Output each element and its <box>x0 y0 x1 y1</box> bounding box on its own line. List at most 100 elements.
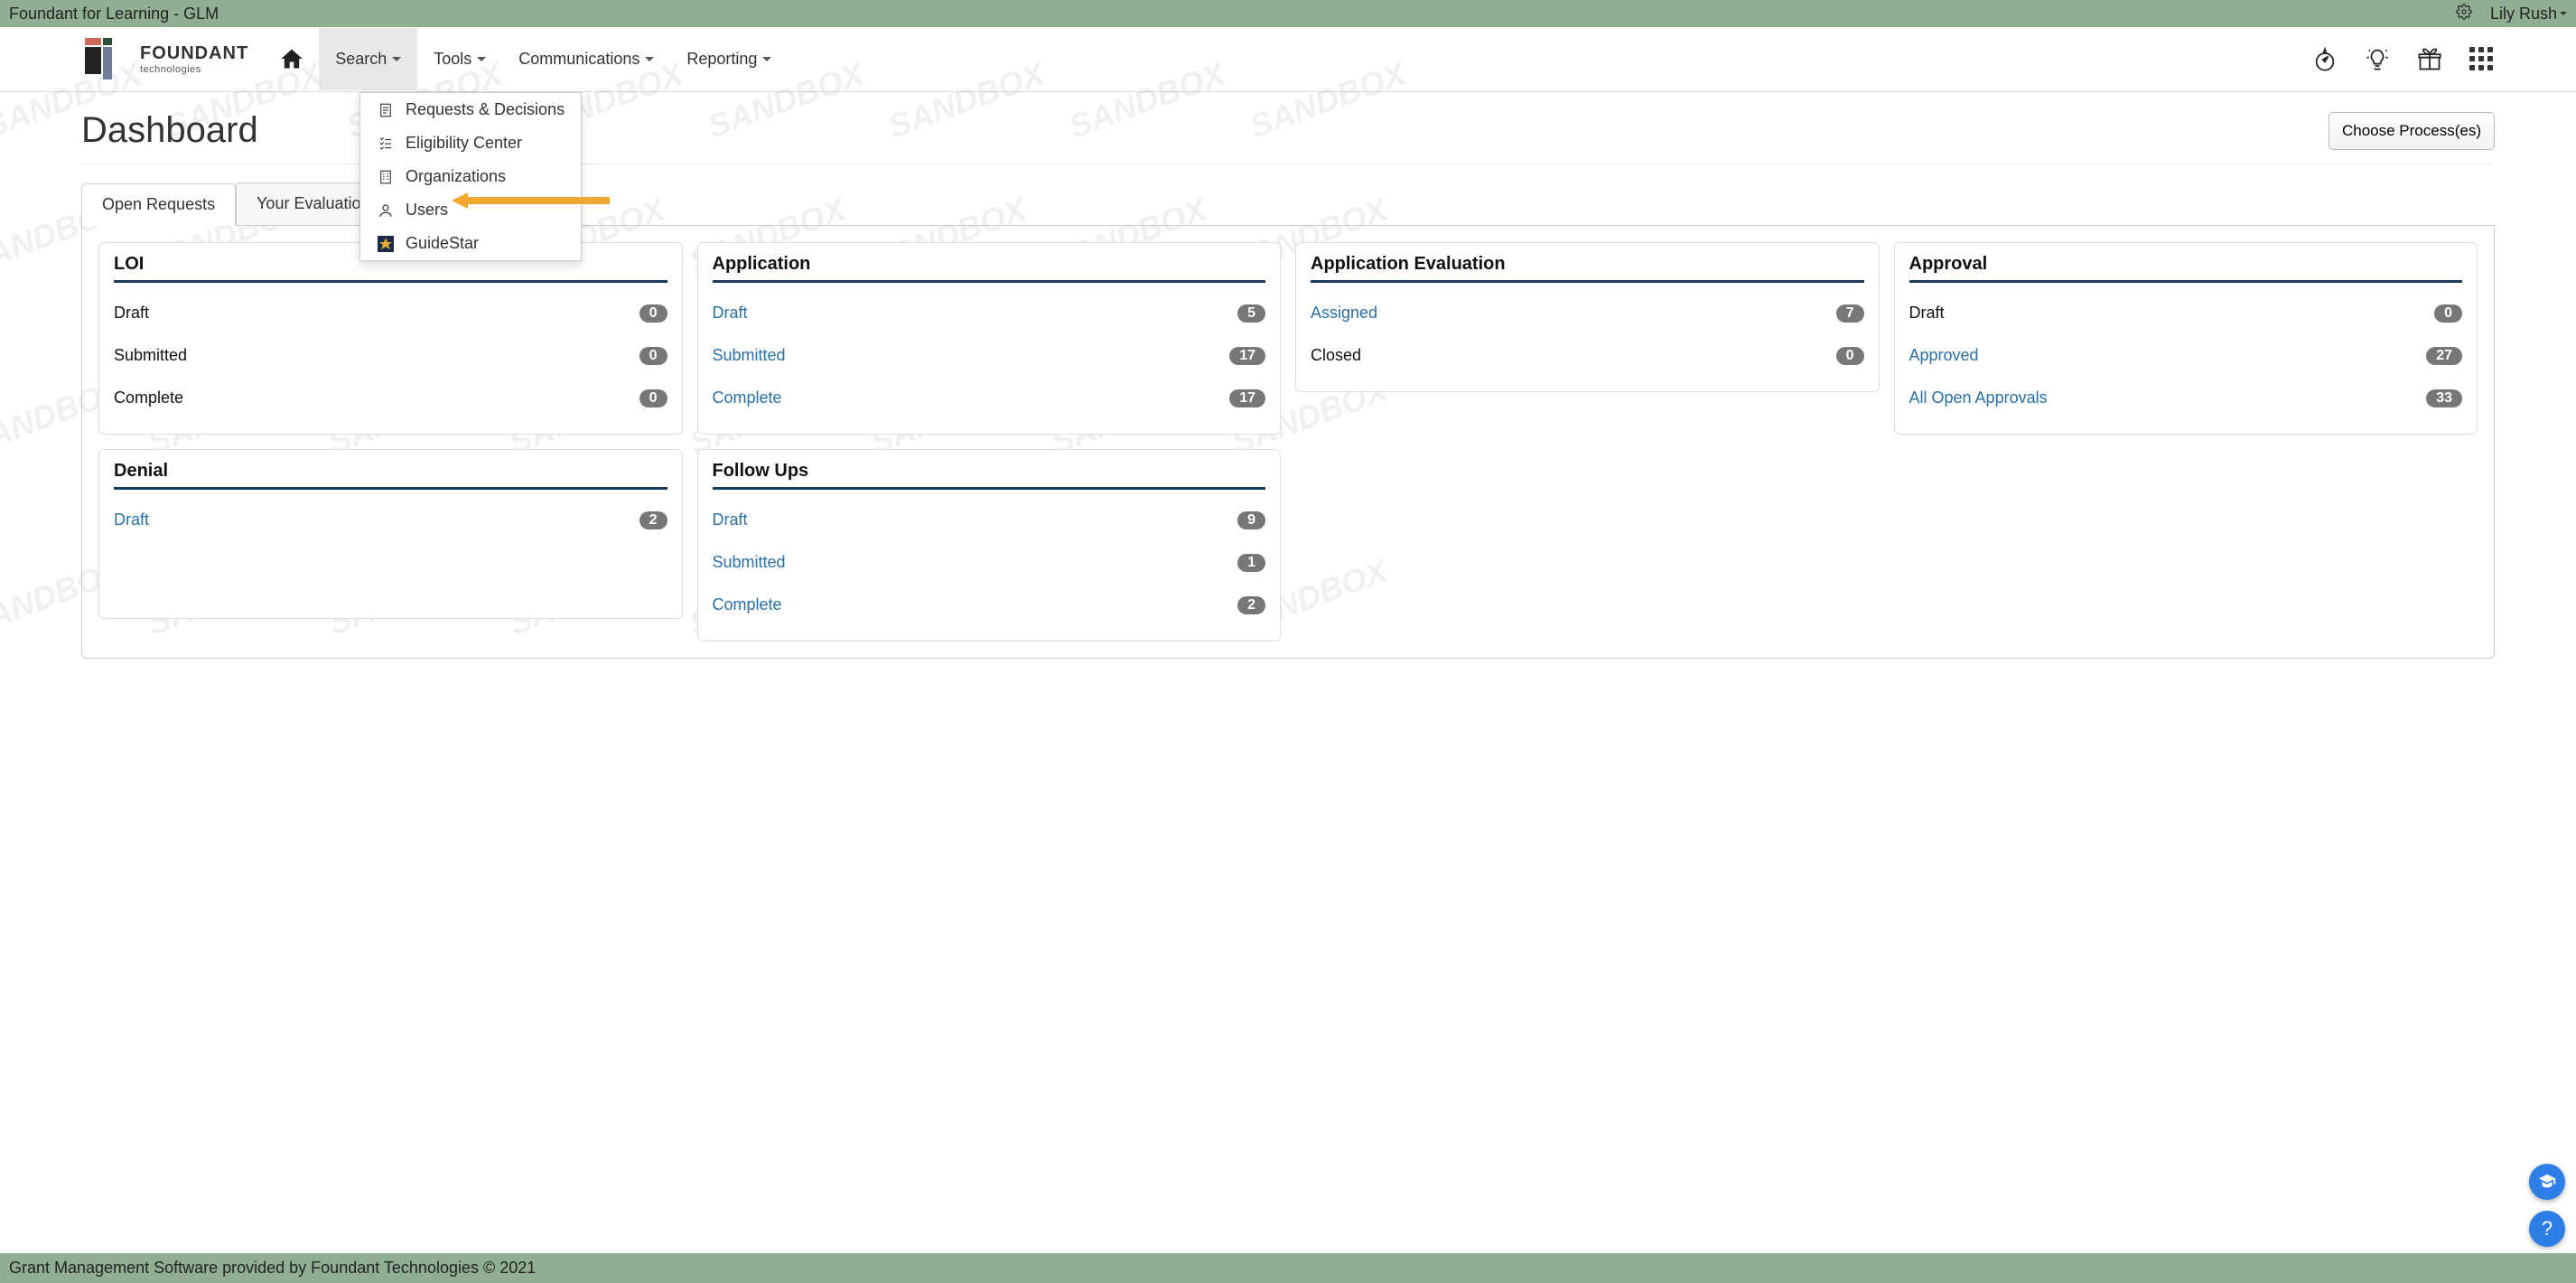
row-link[interactable]: All Open Approvals <box>1909 389 2048 407</box>
count-badge: 33 <box>2426 389 2462 407</box>
settings-gear-icon[interactable] <box>2456 4 2472 24</box>
chevron-down-icon <box>2560 12 2567 15</box>
footer-text: Grant Management Software provided by Fo… <box>9 1259 536 1277</box>
card-application: Application Draft 5 Submitted 17 Complet… <box>697 242 1282 435</box>
menu-label: GuideStar <box>406 234 479 253</box>
compass-icon[interactable] <box>2312 47 2338 72</box>
count-badge: 9 <box>1237 511 1265 529</box>
chevron-down-icon <box>392 57 401 61</box>
tab-panel: LOI Draft 0 Submitted 0 Complete 0 Appli… <box>81 226 2495 659</box>
page-title: Dashboard <box>81 110 258 151</box>
card-row: Draft 9 <box>713 499 1266 541</box>
menu-eligibility-center[interactable]: Eligibility Center <box>360 126 581 160</box>
user-icon <box>377 201 395 220</box>
count-badge: 1 <box>1237 554 1265 572</box>
floating-buttons: ? <box>2529 1164 2565 1247</box>
nav-tools-label: Tools <box>434 50 471 69</box>
count-badge: 0 <box>1836 347 1864 365</box>
document-icon <box>377 101 395 119</box>
site-title: Foundant for Learning - GLM <box>9 5 219 23</box>
chevron-down-icon <box>645 57 654 61</box>
card-row: All Open Approvals 33 <box>1909 377 2463 419</box>
help-fab[interactable]: ? <box>2529 1211 2565 1247</box>
count-badge: 2 <box>1237 596 1265 614</box>
card-approval: Approval Draft 0 Approved 27 All Open Ap… <box>1894 242 2478 435</box>
count-badge: 17 <box>1229 347 1265 365</box>
count-badge: 0 <box>639 389 667 407</box>
nav-tools[interactable]: Tools <box>417 28 502 90</box>
row-label: Submitted <box>114 346 187 365</box>
row-link[interactable]: Draft <box>713 304 748 323</box>
count-badge: 0 <box>639 347 667 365</box>
row-label: Draft <box>114 304 149 323</box>
count-badge: 0 <box>2434 304 2462 323</box>
home-icon[interactable] <box>279 46 306 73</box>
card-follow-ups: Follow Ups Draft 9 Submitted 1 Complete … <box>697 449 1282 642</box>
row-link[interactable]: Submitted <box>713 346 786 365</box>
chevron-down-icon <box>762 57 771 61</box>
nav-reporting[interactable]: Reporting <box>670 28 788 90</box>
gift-icon[interactable] <box>2417 47 2442 72</box>
nav-search[interactable]: Search <box>319 28 417 90</box>
menu-label: Users <box>406 201 448 220</box>
card-row: Closed 0 <box>1311 334 1864 377</box>
card-row: Complete 0 <box>114 377 667 419</box>
card-denial: Denial Draft 2 <box>98 449 683 619</box>
row-label: Complete <box>114 389 183 407</box>
count-badge: 7 <box>1836 304 1864 323</box>
card-title: Follow Ups <box>713 461 1266 490</box>
card-title: Denial <box>114 461 667 490</box>
arrow-callout <box>452 192 610 213</box>
tab-open-requests[interactable]: Open Requests <box>81 183 236 226</box>
row-link[interactable]: Complete <box>713 389 782 407</box>
card-row: Draft 5 <box>713 292 1266 334</box>
count-badge: 2 <box>639 511 667 529</box>
card-row: Submitted 0 <box>114 334 667 377</box>
card-row: Approved 27 <box>1909 334 2463 377</box>
menu-label: Organizations <box>406 167 506 186</box>
count-badge: 0 <box>639 304 667 323</box>
nav-communications[interactable]: Communications <box>502 28 670 90</box>
menu-requests-decisions[interactable]: Requests & Decisions <box>360 93 581 126</box>
row-link[interactable]: Assigned <box>1311 304 1377 323</box>
card-row: Complete 17 <box>713 377 1266 419</box>
logo-tagline: technologies <box>140 64 248 75</box>
card-title: Application <box>713 254 1266 283</box>
card-row: Draft 0 <box>114 292 667 334</box>
row-link[interactable]: Draft <box>713 510 748 529</box>
row-link[interactable]: Submitted <box>713 553 786 572</box>
user-name: Lily Rush <box>2490 5 2557 23</box>
logo-mark-icon <box>81 34 131 84</box>
row-link[interactable]: Draft <box>114 510 149 529</box>
learning-fab[interactable] <box>2529 1164 2565 1200</box>
card-row: Submitted 1 <box>713 541 1266 584</box>
card-row: Complete 2 <box>713 584 1266 626</box>
row-label: Closed <box>1311 346 1361 365</box>
checklist-icon <box>377 135 395 153</box>
card-title: Application Evaluation <box>1311 254 1864 283</box>
chevron-down-icon <box>477 57 486 61</box>
card-title: Approval <box>1909 254 2463 283</box>
card-loi: LOI Draft 0 Submitted 0 Complete 0 <box>98 242 683 435</box>
menu-guidestar[interactable]: GuideStar <box>360 227 581 260</box>
user-menu[interactable]: Lily Rush <box>2490 5 2567 23</box>
lightbulb-icon[interactable] <box>2365 47 2390 72</box>
row-label: Draft <box>1909 304 1945 323</box>
top-bar: Foundant for Learning - GLM Lily Rush <box>0 0 2576 27</box>
menu-label: Eligibility Center <box>406 134 522 153</box>
navbar: FOUNDANT technologies Search Tools Commu… <box>0 27 2576 92</box>
menu-organizations[interactable]: Organizations <box>360 160 581 193</box>
apps-grid-icon[interactable] <box>2469 47 2495 72</box>
search-dropdown: Requests & Decisions Eligibility Center … <box>359 92 582 261</box>
choose-processes-button[interactable]: Choose Process(es) <box>2329 112 2495 150</box>
row-link[interactable]: Complete <box>713 595 782 614</box>
count-badge: 17 <box>1229 389 1265 407</box>
card-row: Draft 0 <box>1909 292 2463 334</box>
menu-label: Requests & Decisions <box>406 100 565 119</box>
card-application-evaluation: Application Evaluation Assigned 7 Closed… <box>1295 242 1880 392</box>
nav-search-label: Search <box>335 50 387 69</box>
row-link[interactable]: Approved <box>1909 346 1979 365</box>
nav-communications-label: Communications <box>518 50 639 69</box>
logo[interactable]: FOUNDANT technologies <box>81 34 248 84</box>
footer: Grant Management Software provided by Fo… <box>0 1253 2576 1283</box>
